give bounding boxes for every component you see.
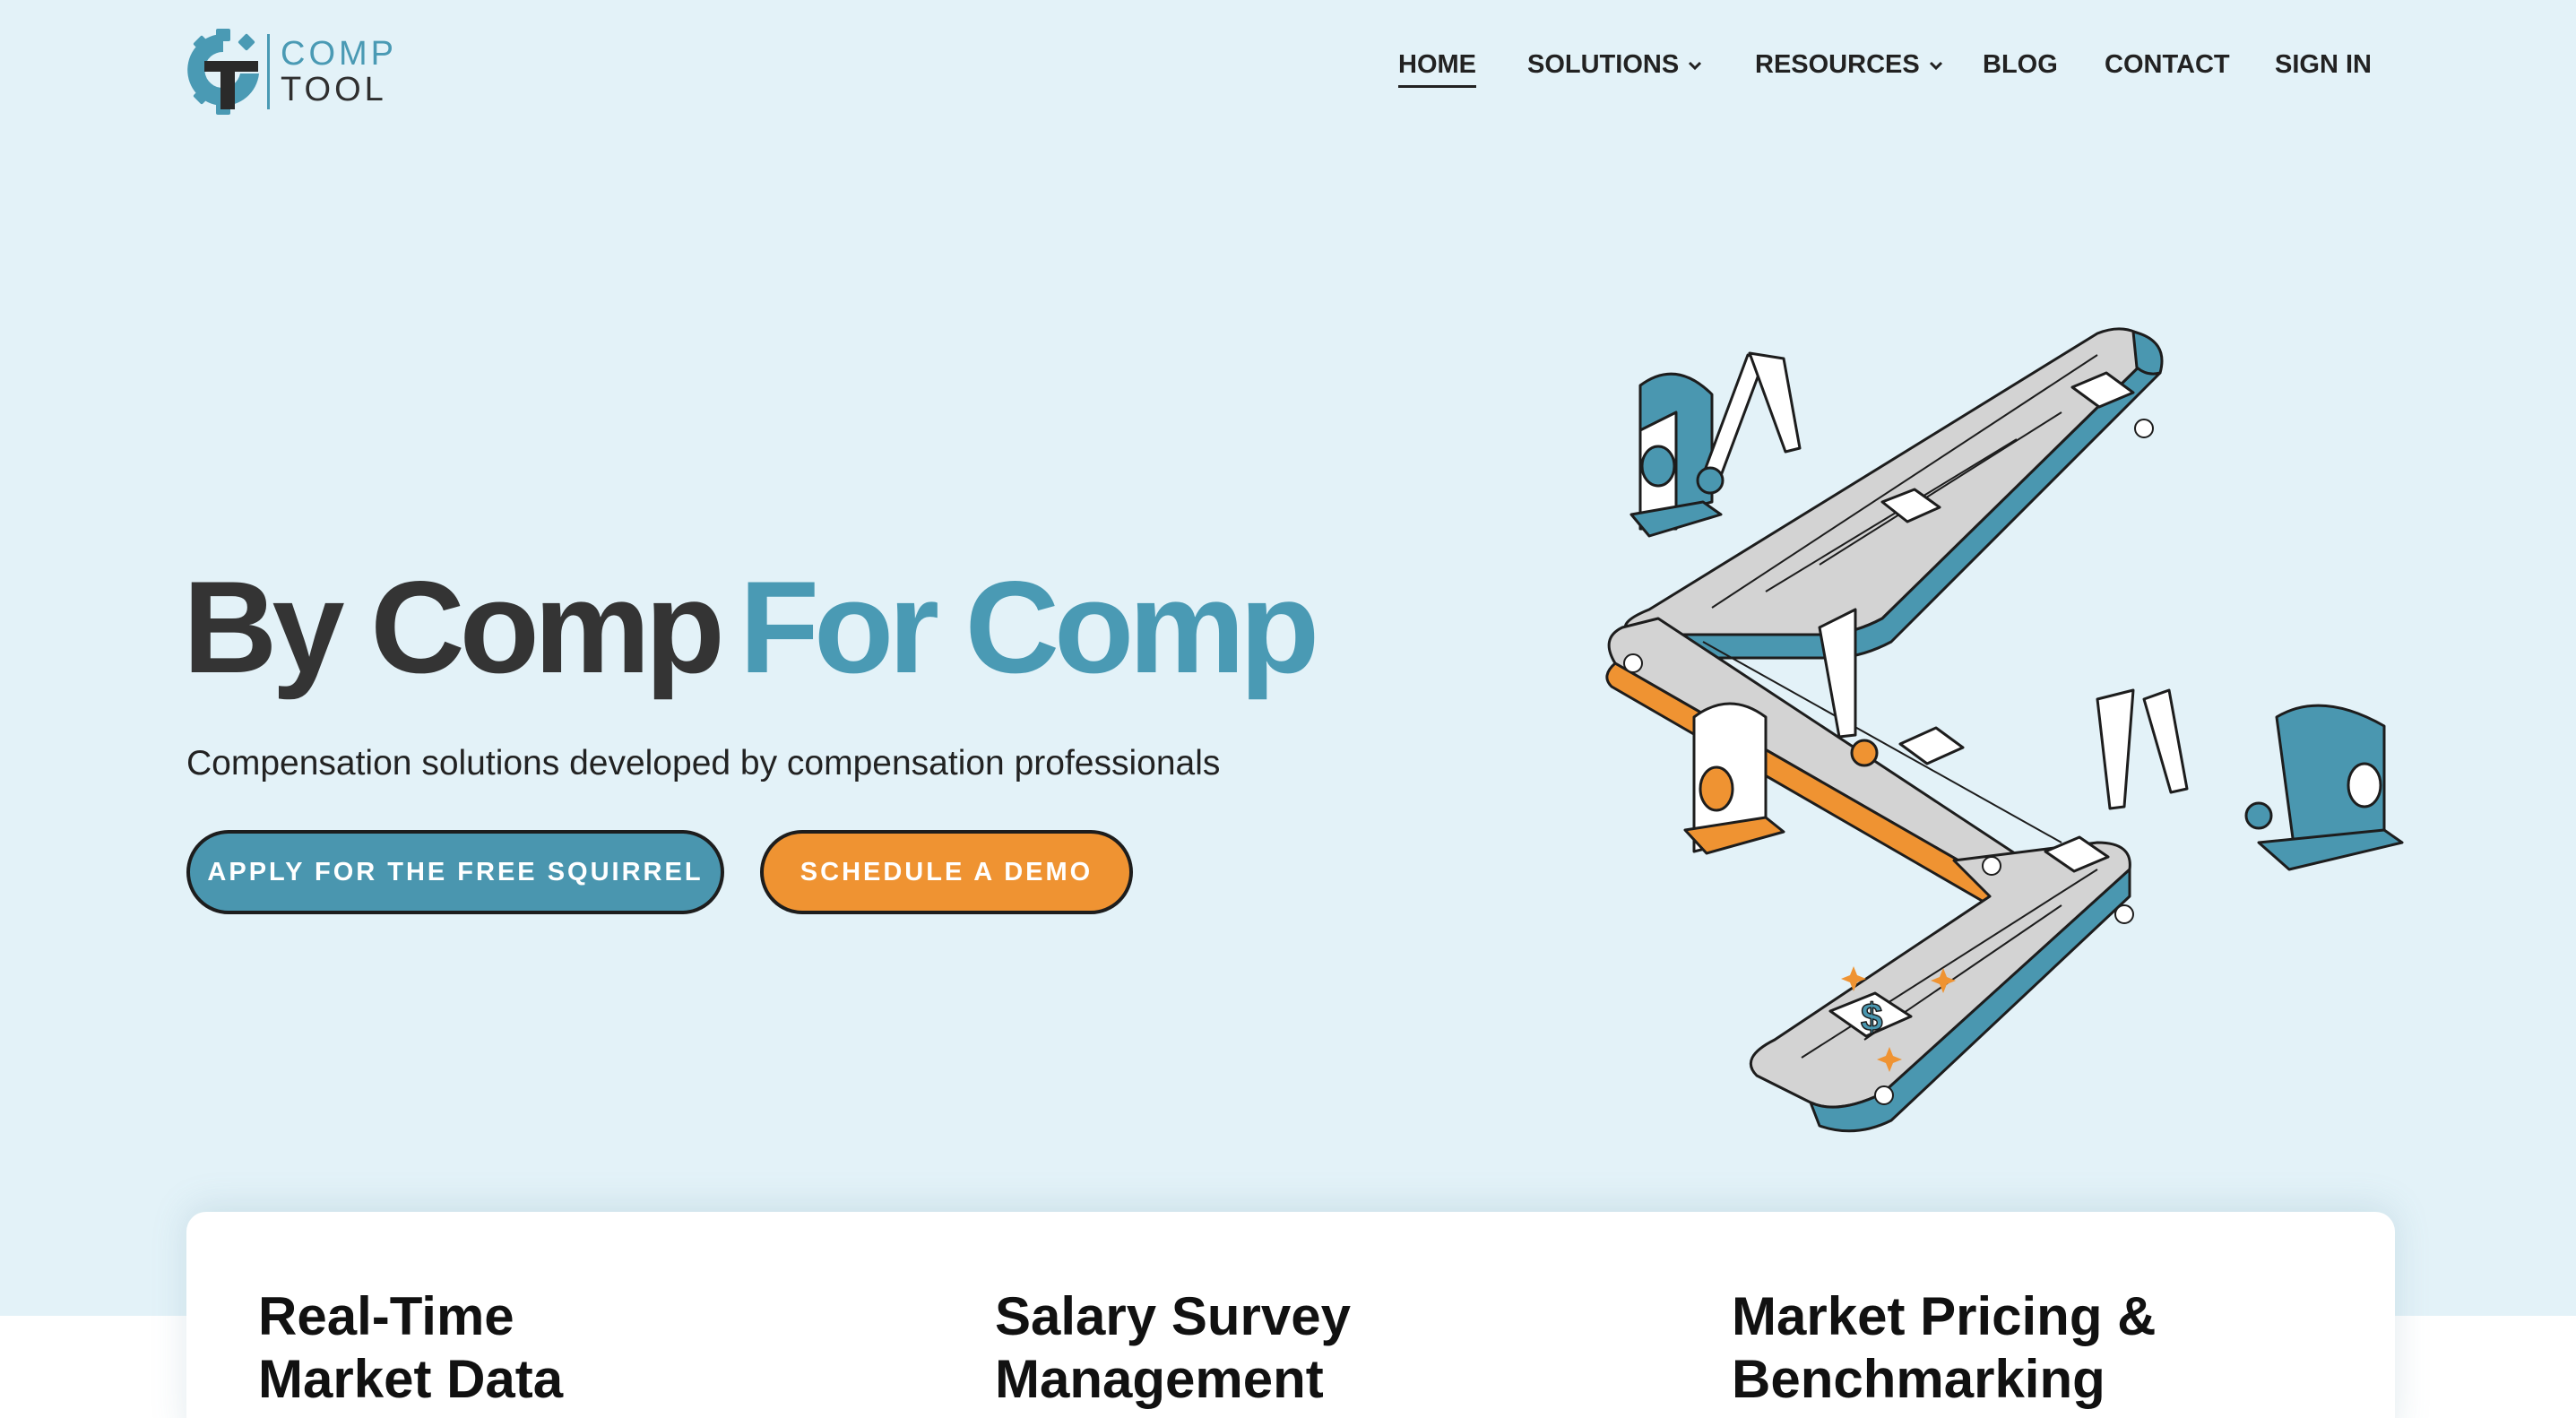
logo-wordmark: COMP TOOL (281, 36, 397, 108)
logo[interactable]: COMP TOOL (186, 29, 397, 115)
conveyor-belt-bottom (1749, 841, 2131, 1133)
nav-sign-in[interactable]: SIGN IN (2275, 50, 2372, 80)
feature-card-salary-survey-management[interactable]: Salary Survey Management (995, 1285, 1351, 1411)
nav-solutions[interactable]: SOLUTIONS (1527, 50, 1702, 80)
schedule-demo-button[interactable]: SCHEDULE A DEMO (760, 830, 1133, 914)
nav-solutions-label: SOLUTIONS (1527, 50, 1680, 79)
nav-sign-in-label: SIGN IN (2275, 50, 2372, 79)
logo-word-tool: TOOL (281, 71, 387, 108)
chevron-down-icon (1689, 61, 1702, 70)
hero-title-part-1: By Comp (183, 554, 725, 700)
nav-resources-label: RESOURCES (1755, 50, 1920, 79)
features-panel: Real-Time Market Data Salary Survey Mana… (186, 1212, 2395, 1418)
feature-title-line-2: Market Data (258, 1349, 564, 1409)
hero-title-part-2: For Comp (739, 554, 1319, 700)
dollar-sign-icon: $ (1861, 996, 1882, 1040)
nav-home[interactable]: HOME (1398, 50, 1476, 88)
nav-contact-label: CONTACT (2105, 50, 2230, 79)
logo-word-comp: COMP (281, 35, 397, 73)
nav-contact[interactable]: CONTACT (2105, 50, 2230, 80)
feature-card-market-pricing-benchmarking[interactable]: Market Pricing & Benchmarking (1732, 1285, 2156, 1411)
logo-divider (267, 34, 270, 109)
page: COMP TOOL HOME SOLUTIONS RESOURCES BLOG … (0, 0, 2576, 1418)
robot-housing-top-left (1629, 372, 1723, 538)
conveyor-illustration: $ (1605, 327, 2404, 1133)
feature-title-line-1: Market Pricing & (1732, 1286, 2157, 1346)
nav-blog-label: BLOG (1983, 50, 2058, 79)
feature-title-line-1: Real-Time (258, 1286, 514, 1346)
hero-subtitle: Compensation solutions developed by comp… (186, 744, 1221, 782)
feature-card-real-time-market-data[interactable]: Real-Time Market Data (258, 1285, 563, 1411)
demo-button-label: SCHEDULE A DEMO (800, 857, 1094, 886)
robot-housing-right (2257, 704, 2404, 871)
apply-button-label: APPLY FOR THE FREE SQUIRREL (207, 857, 704, 886)
nav-home-label: HOME (1398, 50, 1476, 79)
hero-title: By Comp For Comp (183, 554, 1319, 700)
site-header: COMP TOOL HOME SOLUTIONS RESOURCES BLOG … (0, 0, 2576, 143)
apply-free-squirrel-button[interactable]: APPLY FOR THE FREE SQUIRREL (186, 830, 724, 914)
feature-title-line-2: Benchmarking (1732, 1349, 2105, 1409)
gear-t-logo-icon (187, 29, 259, 115)
feature-title-line-2: Management (995, 1349, 1324, 1409)
nav-resources[interactable]: RESOURCES (1755, 50, 1943, 80)
chevron-down-icon (1929, 61, 1942, 70)
feature-title-line-1: Salary Survey (995, 1286, 1351, 1346)
nav-blog[interactable]: BLOG (1983, 50, 2058, 80)
